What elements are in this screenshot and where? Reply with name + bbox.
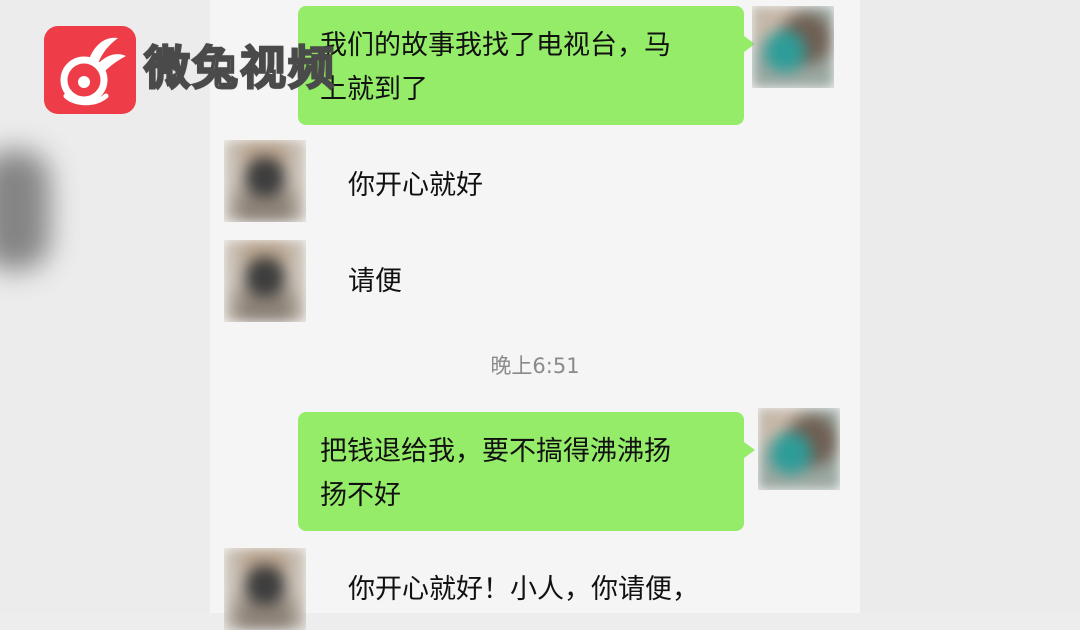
my-avatar[interactable] (758, 408, 840, 490)
message-timestamp: 晚上6:51 (490, 354, 580, 378)
contact-message-bubble[interactable]: 请便 (348, 260, 402, 304)
message-line: 上就到了 (320, 74, 428, 105)
blurred-shape (0, 150, 50, 270)
contact-avatar[interactable] (224, 240, 306, 322)
message-line: 你开心就好 (348, 170, 483, 201)
message-line: 扬不好 (320, 480, 401, 511)
contact-avatar[interactable] (224, 140, 306, 222)
message-line: 我们的故事我找了电视台，马 (320, 30, 671, 61)
contact-message-bubble[interactable]: 你开心就好 (348, 164, 483, 208)
rabbit-logo-icon (44, 26, 136, 114)
message-line: 把钱退给我，要不搞得沸沸扬 (320, 436, 671, 467)
my-message-bubble[interactable]: 我们的故事我找了电视台，马 上就到了 (298, 6, 755, 125)
message-line: 你开心就好！小人，你请便， (348, 574, 699, 605)
my-avatar[interactable] (752, 6, 834, 88)
watermark-brand-name: 微兔视频 (143, 40, 336, 96)
my-message-bubble[interactable]: 把钱退给我，要不搞得沸沸扬 扬不好 (298, 412, 755, 531)
blurred-right-region (860, 0, 1080, 613)
message-line: 请便 (348, 266, 402, 297)
contact-message-bubble[interactable]: 你开心就好！小人，你请便， (348, 568, 699, 612)
contact-avatar[interactable] (224, 548, 306, 630)
